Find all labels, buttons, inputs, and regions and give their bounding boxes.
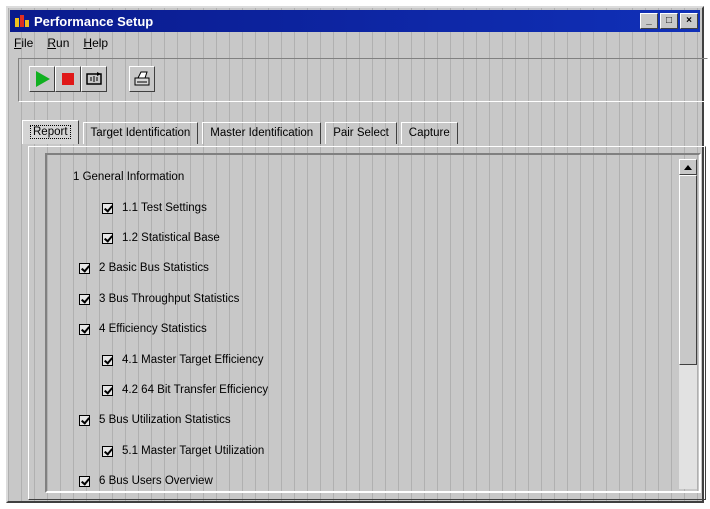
- checkbox[interactable]: [102, 354, 113, 366]
- scroll-thumb[interactable]: [679, 175, 697, 365]
- menu-bar: File Run Help: [12, 36, 110, 54]
- tree-item-4-1[interactable]: 4.1 Master Target Efficiency: [102, 354, 263, 366]
- tree-item-3[interactable]: 3 Bus Throughput Statistics: [79, 293, 239, 305]
- tree-item-label: 6 Bus Users Overview: [99, 475, 213, 487]
- tab-strip: Report Target Identification Master Iden…: [22, 120, 462, 144]
- window-title: Performance Setup: [34, 13, 154, 29]
- checkbox[interactable]: [79, 293, 90, 305]
- scroll-up-button[interactable]: [679, 159, 697, 175]
- tree-item-label: 4.2 64 Bit Transfer Efficiency: [122, 384, 269, 396]
- tree-item-label: 2 Basic Bus Statistics: [99, 262, 209, 274]
- run-icon: [36, 71, 50, 87]
- minimize-button[interactable]: _: [640, 13, 658, 29]
- checkbox[interactable]: [79, 475, 90, 487]
- performance-setup-window: Performance Setup _ □ × File Run Help Re…: [6, 6, 708, 503]
- close-button[interactable]: ×: [680, 13, 698, 29]
- print-icon: [134, 71, 150, 86]
- tree-item-4[interactable]: 4 Efficiency Statistics: [79, 323, 207, 335]
- checkbox[interactable]: [102, 232, 113, 244]
- tab-target-identification[interactable]: Target Identification: [82, 122, 199, 144]
- tab-master-identification[interactable]: Master Identification: [202, 122, 322, 144]
- checkbox[interactable]: [79, 414, 90, 426]
- tree-item-5[interactable]: 5 Bus Utilization Statistics: [79, 414, 231, 426]
- checkbox[interactable]: [102, 202, 113, 214]
- maximize-button[interactable]: □: [660, 13, 678, 29]
- tab-report[interactable]: Report: [22, 120, 79, 144]
- menu-file[interactable]: File: [12, 36, 35, 54]
- up-arrow-icon: [684, 164, 692, 170]
- menu-help[interactable]: Help: [81, 36, 110, 54]
- tree-item-label: 4.1 Master Target Efficiency: [122, 354, 264, 366]
- tree-item-5-1[interactable]: 5.1 Master Target Utilization: [102, 445, 264, 457]
- toolbar: [18, 58, 708, 102]
- checkbox[interactable]: [102, 445, 113, 457]
- tree-item-6[interactable]: 6 Bus Users Overview: [79, 475, 213, 487]
- loop-icon: [86, 72, 102, 85]
- stop-button[interactable]: [55, 66, 81, 92]
- title-bar[interactable]: Performance Setup _ □ ×: [10, 10, 700, 32]
- tree-item-label: 1.1 Test Settings: [122, 202, 207, 214]
- tree-item-label: 5 Bus Utilization Statistics: [99, 414, 231, 426]
- app-icon: [14, 14, 30, 28]
- checkbox[interactable]: [79, 323, 90, 335]
- tree-item-4-2[interactable]: 4.2 64 Bit Transfer Efficiency: [102, 384, 268, 396]
- checkbox[interactable]: [79, 262, 90, 274]
- print-button[interactable]: [129, 66, 155, 92]
- tree-item-1-2[interactable]: 1.2 Statistical Base: [102, 232, 220, 244]
- tree-item-2[interactable]: 2 Basic Bus Statistics: [79, 262, 209, 274]
- vertical-scrollbar[interactable]: [679, 159, 697, 489]
- tree-item-1-1[interactable]: 1.1 Test Settings: [102, 202, 207, 214]
- tab-capture[interactable]: Capture: [400, 122, 458, 144]
- run-button[interactable]: [29, 66, 55, 92]
- tree-item-label: 5.1 Master Target Utilization: [122, 445, 265, 457]
- tree-item-1: 1 General Information: [73, 171, 184, 183]
- tree-item-label: 1 General Information: [73, 171, 185, 183]
- report-tree: 1 General Information 1.1 Test Settings …: [45, 153, 701, 493]
- tree-item-label: 1.2 Statistical Base: [122, 232, 220, 244]
- checkbox[interactable]: [102, 384, 113, 396]
- tab-pair-select[interactable]: Pair Select: [325, 122, 397, 144]
- stop-icon: [62, 73, 74, 85]
- tree-item-label: 4 Efficiency Statistics: [99, 323, 207, 335]
- report-panel: 1 General Information 1.1 Test Settings …: [28, 146, 706, 500]
- loop-button[interactable]: [81, 66, 107, 92]
- tree-item-label: 3 Bus Throughput Statistics: [99, 293, 240, 305]
- menu-run[interactable]: Run: [45, 36, 71, 54]
